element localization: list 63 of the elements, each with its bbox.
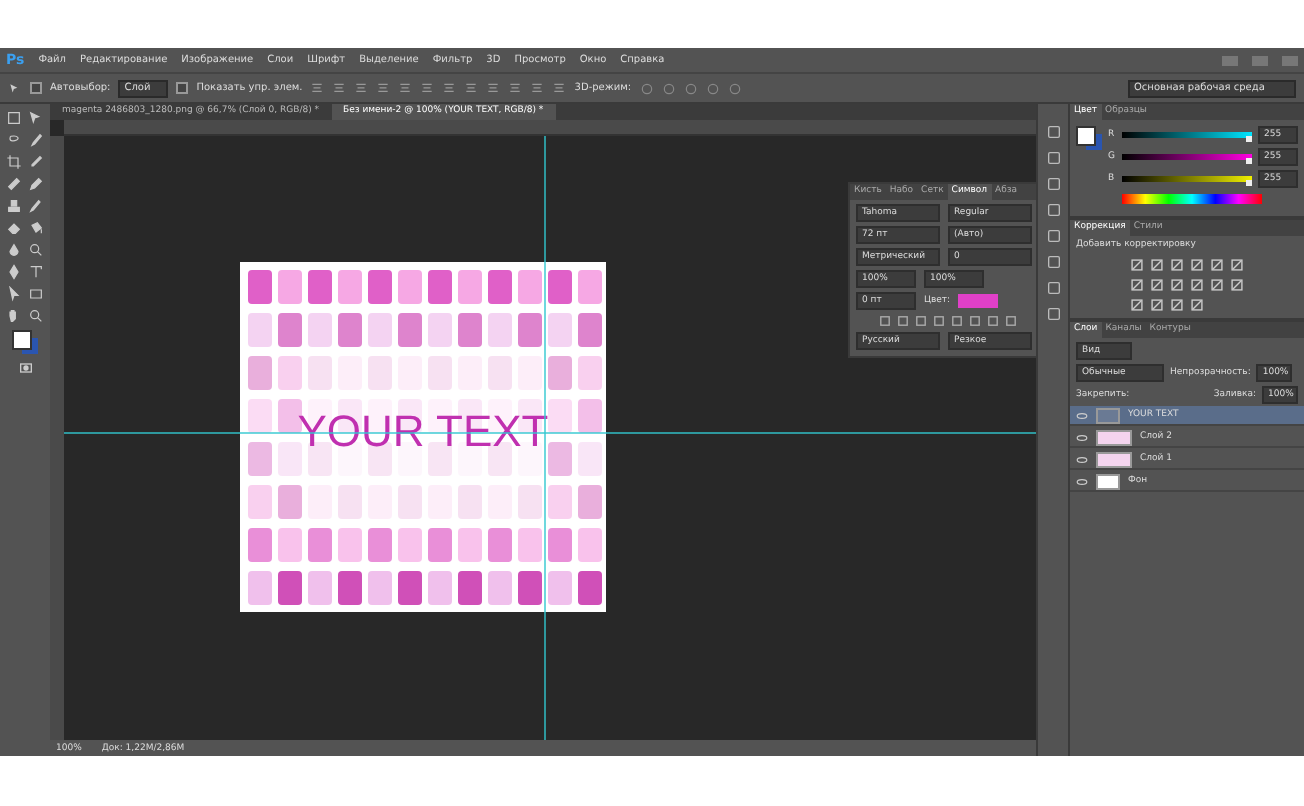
layer-thumbnail xyxy=(1096,452,1132,468)
adjustment-icon[interactable] xyxy=(1130,278,1144,292)
align-icon[interactable] xyxy=(552,81,567,95)
bandage-icon[interactable] xyxy=(5,176,21,192)
adjustment-icon[interactable] xyxy=(1190,298,1204,312)
color-slider[interactable] xyxy=(1122,176,1252,182)
align-icon[interactable] xyxy=(376,81,391,95)
adjustment-icon[interactable] xyxy=(1150,278,1164,292)
align-icon[interactable] xyxy=(486,81,501,95)
type-tool-icon[interactable] xyxy=(27,264,43,280)
bucket-icon[interactable] xyxy=(27,220,43,236)
align-icon[interactable] xyxy=(332,81,347,95)
align-icon[interactable] xyxy=(310,81,325,95)
eyedropper-icon[interactable] xyxy=(27,154,43,170)
rectangle-icon[interactable] xyxy=(27,286,43,302)
text-color-swatch[interactable] xyxy=(958,294,999,308)
stamp-icon[interactable] xyxy=(5,198,21,214)
history-brush-icon[interactable] xyxy=(27,198,43,214)
color-swatches[interactable] xyxy=(1076,126,1100,148)
align-icon[interactable] xyxy=(464,81,479,95)
layer-thumbnail xyxy=(1096,407,1120,423)
eye-icon[interactable] xyxy=(1076,455,1088,463)
color-swatches[interactable] xyxy=(11,330,39,354)
pen-icon[interactable] xyxy=(5,264,21,280)
align-icon[interactable] xyxy=(508,81,523,95)
color-spectrum[interactable] xyxy=(1122,194,1262,204)
eye-icon[interactable] xyxy=(1076,477,1088,485)
arrow-icon[interactable] xyxy=(5,286,21,302)
pencil-icon[interactable] xyxy=(27,176,43,192)
adjustment-icon[interactable] xyxy=(1150,258,1164,272)
checkbox[interactable] xyxy=(30,82,42,94)
search-icon[interactable] xyxy=(27,308,43,324)
crop-icon[interactable] xyxy=(5,154,21,170)
align-icon[interactable] xyxy=(530,81,545,95)
adjustment-icon[interactable] xyxy=(1190,258,1204,272)
adjustment-icon[interactable] xyxy=(1190,278,1204,292)
adjustment-icon[interactable] xyxy=(1150,298,1164,312)
marquee-icon[interactable] xyxy=(5,110,21,126)
adjustment-icon[interactable] xyxy=(1230,278,1244,292)
align-icon[interactable] xyxy=(354,81,369,95)
adjustment-icon[interactable] xyxy=(1230,258,1244,272)
adjustment-icon[interactable] xyxy=(1170,278,1184,292)
color-slider[interactable] xyxy=(1122,154,1252,160)
drop-icon[interactable] xyxy=(5,242,21,258)
adjustment-icon[interactable] xyxy=(1210,258,1224,272)
adjustment-icon[interactable] xyxy=(1130,258,1144,272)
align-icon[interactable] xyxy=(420,81,435,95)
align-icon[interactable] xyxy=(442,81,457,95)
adjustment-icon[interactable] xyxy=(1130,298,1144,312)
layer-thumbnail xyxy=(1096,473,1120,489)
magnifier-icon[interactable] xyxy=(27,242,43,258)
adjustment-icon[interactable] xyxy=(1210,278,1224,292)
eye-icon[interactable] xyxy=(1076,433,1088,441)
adjustment-icon[interactable] xyxy=(1170,258,1184,272)
checkbox[interactable] xyxy=(176,82,189,94)
layer-thumbnail xyxy=(1096,430,1132,446)
color-slider[interactable] xyxy=(1122,132,1252,138)
align-icon[interactable] xyxy=(398,81,413,95)
move-icon[interactable] xyxy=(8,81,22,95)
quick-mask-icon[interactable] xyxy=(17,360,33,376)
adjustment-icon[interactable] xyxy=(1170,298,1184,312)
eraser-icon[interactable] xyxy=(5,220,21,236)
eye-icon[interactable] xyxy=(1076,411,1088,419)
